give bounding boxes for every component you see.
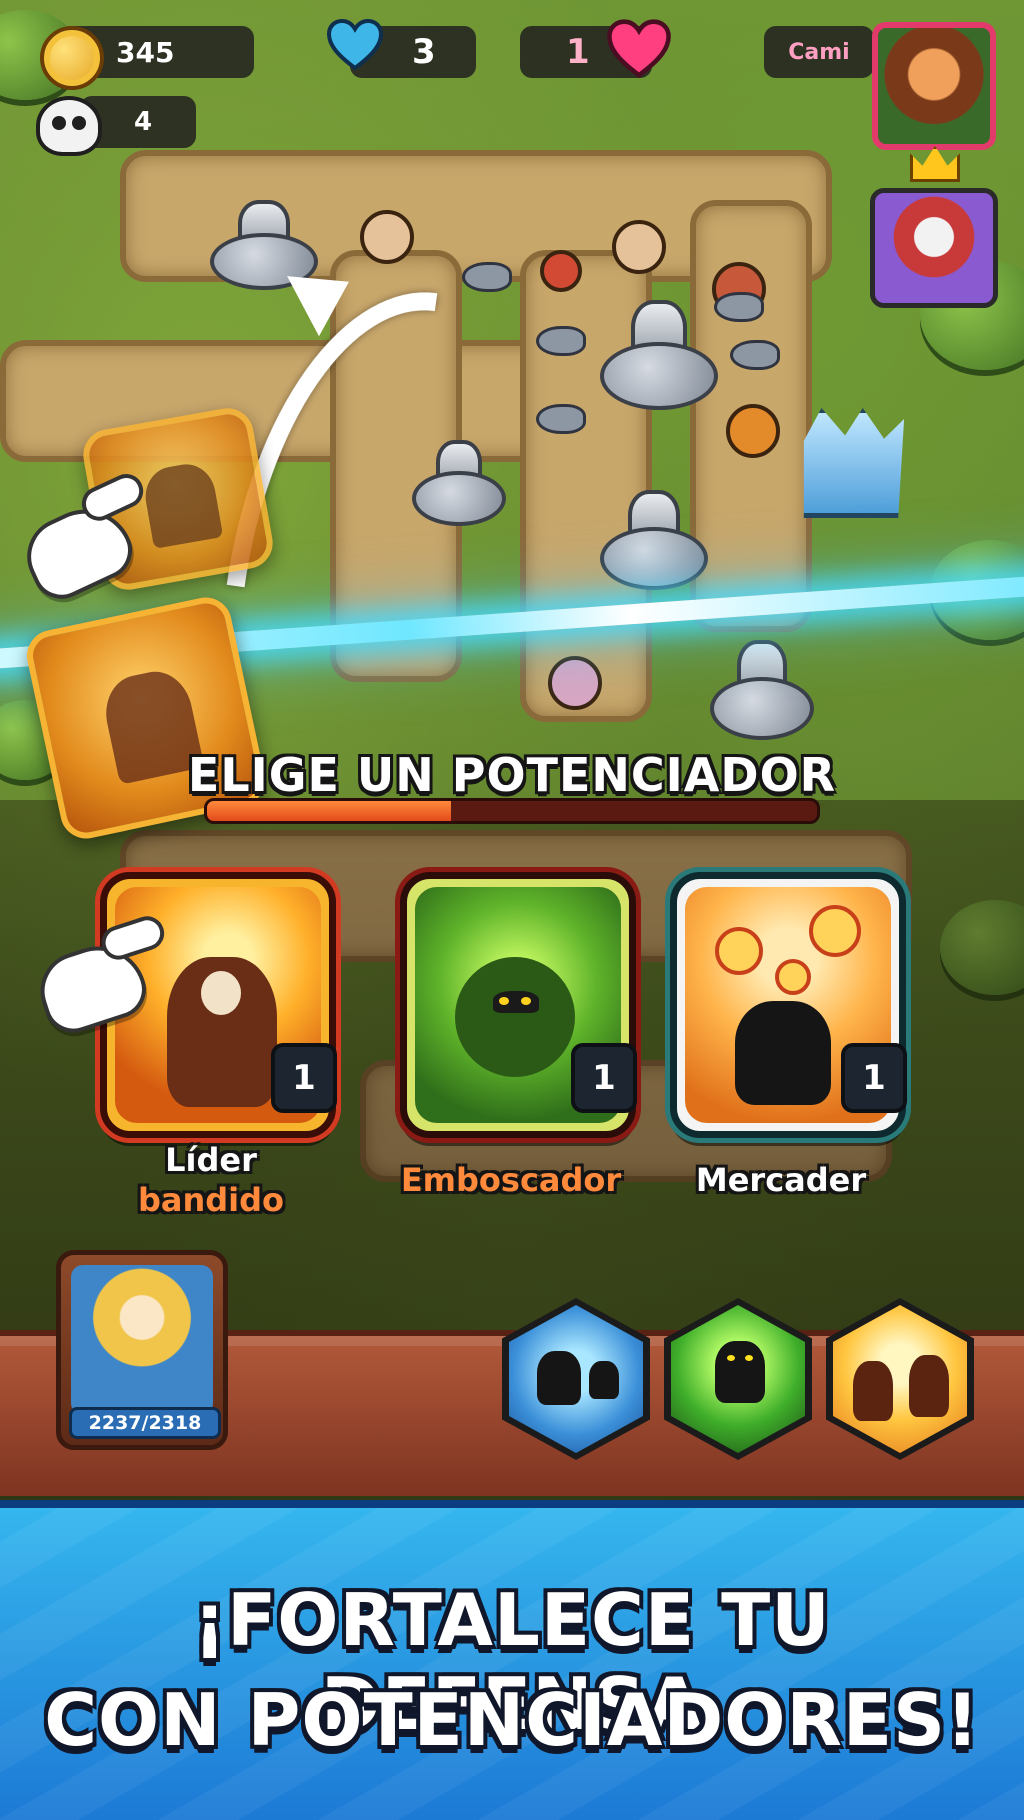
wolf-enemy xyxy=(730,340,780,370)
enemy-unit xyxy=(548,656,602,710)
promo-banner: ¡FORTALECE TU DEFENSA CON POTENCIADORES! xyxy=(0,1500,1024,1820)
tower[interactable] xyxy=(600,300,718,410)
game-screen: 345 3 1 4 Cami ELIGE UN POTENCIADOR 1 Lí… xyxy=(0,0,1024,1820)
versus-count: 1 xyxy=(566,32,590,72)
hero-hp-readout: 2237/2318 xyxy=(69,1407,221,1439)
opponent-avatar[interactable] xyxy=(872,22,996,150)
ice-minions-skill-icon xyxy=(509,1305,643,1453)
wolf-enemy xyxy=(714,292,764,322)
enemy-unit xyxy=(726,404,780,458)
rival-emote-avatar[interactable] xyxy=(870,188,998,308)
card-level-badge: 1 xyxy=(841,1043,907,1113)
card-label-line2: bandido xyxy=(137,1181,285,1219)
boost-card-ambusher[interactable]: 1 xyxy=(400,872,637,1138)
lives-count: 3 xyxy=(412,32,436,72)
choose-boost-title: ELIGE UN POTENCIADOR xyxy=(187,748,837,802)
rally-skill-icon xyxy=(833,1305,967,1453)
card-label-line1: Mercader xyxy=(695,1161,867,1199)
enemy-unit xyxy=(540,250,582,292)
boost-card-merchant[interactable]: 1 xyxy=(670,872,907,1138)
choose-timer xyxy=(204,798,820,824)
enemy-unit xyxy=(360,210,414,264)
coin-icon xyxy=(40,26,104,90)
banner-headline-line2: CON POTENCIADORES! xyxy=(44,1678,980,1762)
tower[interactable] xyxy=(710,640,814,740)
wolf-enemy xyxy=(536,404,586,434)
pink-heart-icon xyxy=(607,19,671,78)
card-label-line1: Emboscador xyxy=(400,1161,622,1199)
shadow-skill-icon xyxy=(671,1305,805,1453)
wolf-enemy xyxy=(536,326,586,356)
skull-icon xyxy=(36,96,102,156)
card-level-badge: 1 xyxy=(571,1043,637,1113)
enemy-unit xyxy=(612,220,666,274)
hero-portrait-button[interactable]: 2237/2318 xyxy=(56,1250,228,1450)
tower[interactable] xyxy=(412,440,506,526)
card-level-badge: 1 xyxy=(271,1043,337,1113)
wolf-enemy xyxy=(462,262,512,292)
card-label-line1: Líder xyxy=(165,1141,257,1179)
tower[interactable] xyxy=(600,490,708,590)
opponent-name-tag: Cami xyxy=(764,26,874,78)
kills-count: 4 xyxy=(134,107,153,137)
opponent-name: Cami xyxy=(788,39,850,65)
choose-timer-fill xyxy=(207,801,451,821)
coin-count: 345 xyxy=(116,35,175,69)
blue-heart-icon xyxy=(326,18,384,71)
hero-portrait xyxy=(71,1265,213,1415)
